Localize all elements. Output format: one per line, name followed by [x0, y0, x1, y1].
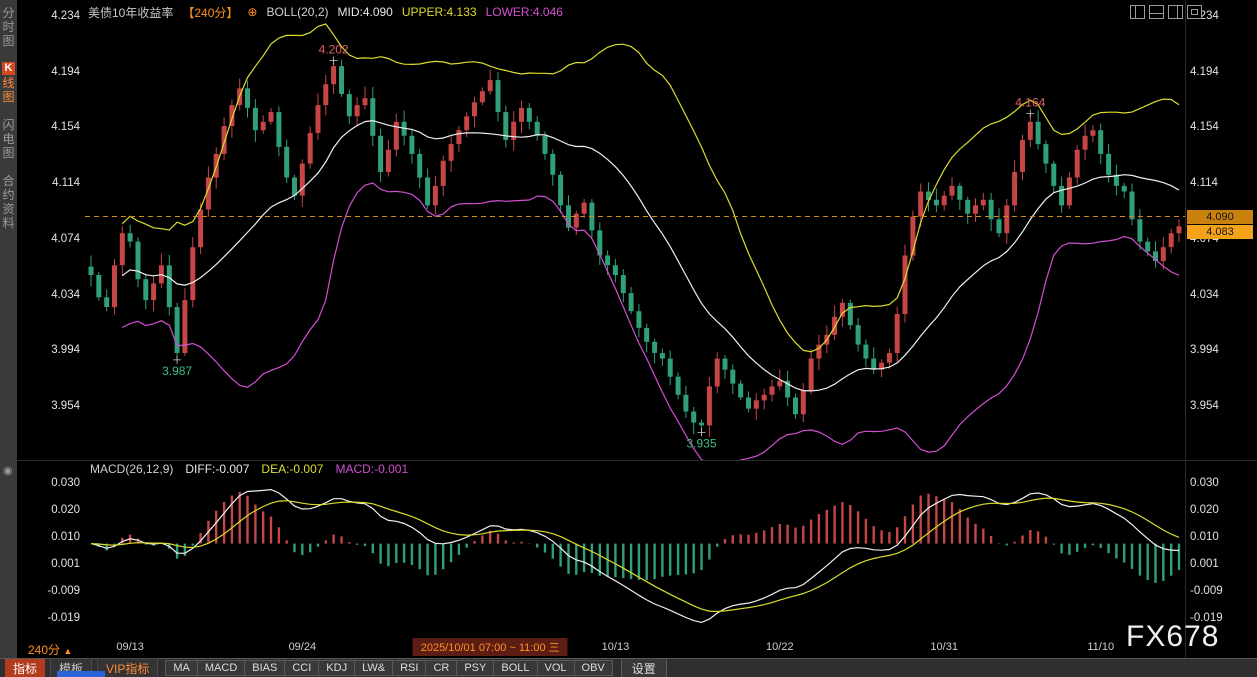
dashed-price-tag: 4.090 [1187, 210, 1253, 224]
toolbar-item-设置[interactable]: 设置 [621, 658, 667, 677]
crosshair-date-label: 2025/10/01 07:00 ~ 11:00 三 [413, 638, 568, 656]
toolbar-item-PSY[interactable]: PSY [456, 660, 494, 676]
toolbar-item-CR[interactable]: CR [425, 660, 457, 676]
bottom-toolbar: 指标模板VIP指标MAMACDBIASCCIKDJLW&RSICRPSYBOLL… [0, 658, 1257, 677]
window-layout-icons [1126, 5, 1202, 19]
macd-legend: MACD(26,12,9) DIFF:-0.007 DEA:-0.007 MAC… [90, 462, 408, 476]
toolbar-item-BOLL[interactable]: BOLL [493, 660, 537, 676]
toolbar-item-CCI[interactable]: CCI [284, 660, 319, 676]
axis-label: 0.010 [1190, 530, 1234, 544]
axis-label: 4.114 [1190, 176, 1234, 190]
sidebar-item-contract-info[interactable]: 合约资料 [0, 174, 17, 230]
toolbar-item-VIP指标[interactable]: VIP指标 [97, 658, 158, 677]
axis-label: 4.154 [36, 120, 80, 134]
toolbar-item-MA[interactable]: MA [165, 660, 198, 676]
axis-label: 3.994 [1190, 343, 1234, 357]
axis-label: 4.194 [1190, 65, 1234, 79]
toolbar-item-RSI[interactable]: RSI [392, 660, 426, 676]
x-axis-label: 11/10 [1087, 641, 1114, 653]
macd-dea-value: DEA:-0.007 [261, 462, 323, 476]
period-tag: 【240分】 [182, 4, 238, 21]
axis-label: 0.030 [1190, 476, 1234, 490]
macd-diff-value: DIFF:-0.007 [185, 462, 249, 476]
layout-left-split-icon[interactable] [1130, 5, 1145, 19]
watermark: FX678 [1126, 620, 1219, 654]
macd-indicator-chart[interactable] [85, 476, 1185, 636]
svg-text:3.987: 3.987 [162, 364, 192, 378]
toolbar-item-OBV[interactable]: OBV [574, 660, 613, 676]
axis-label: 0.001 [36, 557, 80, 571]
chart-title: 美债10年收益率 [88, 4, 173, 21]
sidebar-item-time-chart[interactable]: 分时图 [0, 6, 17, 48]
period-selector-label: 240分 [28, 643, 60, 657]
chart-header: 美债10年收益率 【240分】 ⊕ BOLL(20,2) MID:4.090 U… [88, 4, 563, 20]
axis-label: 3.954 [36, 399, 80, 413]
x-axis-label: 09/24 [289, 641, 317, 653]
macd-macd-value: MACD:-0.001 [335, 462, 408, 476]
toolbar-item-MACD[interactable]: MACD [197, 660, 245, 676]
main-price-chart[interactable]: 3.987 4.202 3.935 4.164 [85, 8, 1185, 460]
x-axis-label: 09/13 [116, 641, 144, 653]
toolbar-item-LW&[interactable]: LW& [354, 660, 393, 676]
svg-text:4.164: 4.164 [1015, 96, 1045, 110]
x-axis-label: 10/13 [602, 641, 630, 653]
layout-bottom-split-icon[interactable] [1149, 5, 1164, 19]
layout-nested-pane-icon[interactable] [1187, 5, 1202, 19]
left-sidebar: 分时图 K线图闪电图合约资料 [0, 0, 17, 677]
axis-label: -0.009 [1190, 584, 1234, 598]
toolbar-item-KDJ[interactable]: KDJ [318, 660, 355, 676]
toolbar-item-BIAS[interactable]: BIAS [244, 660, 285, 676]
sidebar-item-kline-chart[interactable]: K线图 [0, 62, 17, 104]
svg-text:4.202: 4.202 [319, 43, 349, 57]
axis-label: 0.020 [36, 503, 80, 517]
axis-label: 4.234 [36, 9, 80, 23]
axis-label: 3.954 [1190, 399, 1234, 413]
boll-mid-value: MID:4.090 [338, 5, 393, 19]
axis-divider [1185, 0, 1186, 658]
axis-label: 0.010 [36, 530, 80, 544]
boll-upper-value: UPPER:4.133 [402, 5, 477, 19]
axis-label: 0.001 [1190, 557, 1234, 571]
indicator-panel-icon[interactable]: ◉ [3, 464, 13, 477]
axis-label: 4.034 [1190, 288, 1234, 302]
x-axis-label: 10/31 [930, 641, 958, 653]
axis-label: -0.019 [36, 611, 80, 625]
axis-label: 4.034 [36, 288, 80, 302]
taskbar-fragment [57, 671, 105, 677]
axis-label: 4.114 [36, 176, 80, 190]
last-price-tag: 4.083 [1187, 225, 1253, 239]
toolbar-item-指标[interactable]: 指标 [5, 659, 45, 677]
macd-params-label: MACD(26,12,9) [90, 462, 173, 476]
boll-params-label: BOLL(20,2) [266, 5, 328, 19]
panel-divider [17, 460, 1257, 461]
axis-label: -0.009 [36, 584, 80, 598]
axis-label: 3.994 [36, 343, 80, 357]
axis-label: 4.154 [1190, 120, 1234, 134]
trading-terminal: 分时图 K线图闪电图合约资料 美债10年收益率 【240分】 ⊕ BOLL(20,… [0, 0, 1257, 677]
axis-label: 0.020 [1190, 503, 1234, 517]
layout-right-split-icon[interactable] [1168, 5, 1183, 19]
chevron-up-icon: ▲ [63, 646, 72, 656]
axis-label: 4.194 [36, 65, 80, 79]
sidebar-item-flash-chart[interactable]: 闪电图 [0, 118, 17, 160]
boll-lower-value: LOWER:4.046 [486, 5, 563, 19]
toolbar-item-VOL[interactable]: VOL [537, 660, 575, 676]
svg-text:3.935: 3.935 [686, 436, 716, 450]
axis-label: 0.030 [36, 476, 80, 490]
plus-circle-icon[interactable]: ⊕ [247, 5, 257, 19]
x-axis-label: 10/22 [766, 641, 794, 653]
period-selector[interactable]: 240分 ▲ [28, 641, 72, 658]
k-line-icon: K [2, 62, 15, 75]
axis-label: 4.074 [36, 232, 80, 246]
